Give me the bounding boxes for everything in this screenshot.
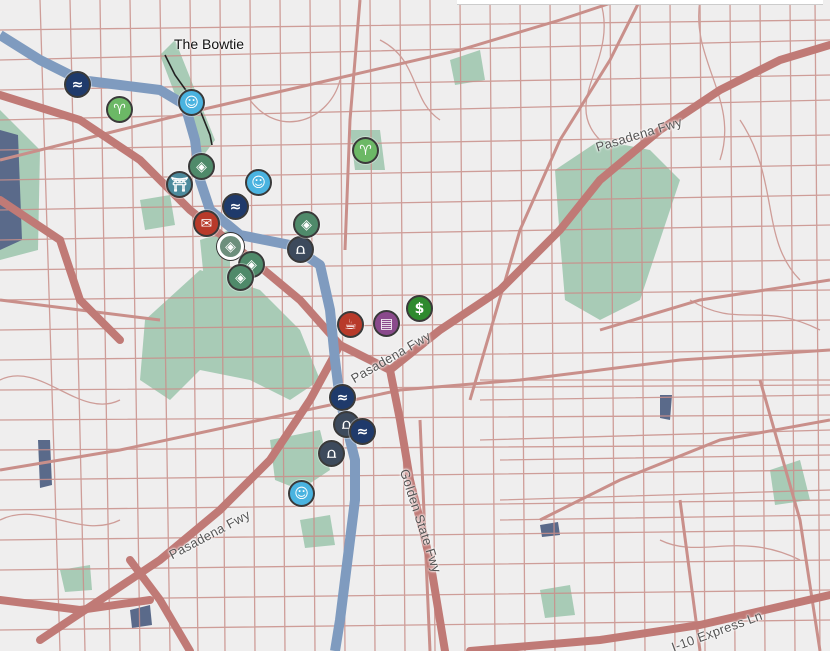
map-canvas[interactable]: The Bowtie Pasadena Fwy Pasadena Fwy Pas… — [0, 0, 830, 651]
map-marker-river[interactable]: ≈ — [349, 418, 376, 445]
map-marker-book[interactable]: ▤ — [373, 310, 400, 337]
map-marker-person[interactable]: ☺ — [288, 480, 315, 507]
gate-icon: ⛩ — [170, 176, 189, 193]
map-marker-plant[interactable]: ♈ — [352, 137, 379, 164]
map-marker-megaphone[interactable]: ✉ — [193, 210, 220, 237]
trail-icon: ◈ — [301, 216, 312, 233]
trail-icon: ◈ — [196, 158, 207, 175]
person-icon: ☺ — [294, 485, 309, 502]
map-marker-person[interactable]: ☺ — [245, 169, 272, 196]
megaphone-icon: ✉ — [200, 215, 213, 232]
trail-icon: ◈ — [235, 269, 246, 286]
map-marker-trail[interactable]: ◈ — [188, 153, 215, 180]
plant-icon: ♈ — [359, 142, 372, 159]
person-icon: ☺ — [184, 94, 199, 111]
map-marker-trail[interactable]: ◈ — [227, 264, 254, 291]
trail-icon: ◈ — [225, 238, 236, 255]
map-marker-bridge[interactable]: ⩍ — [287, 236, 314, 263]
map-marker-gate[interactable]: ⛩ — [166, 171, 193, 198]
river-icon: ≈ — [229, 198, 242, 215]
map-marker-bridge[interactable]: ⩍ — [318, 440, 345, 467]
map-marker-plant[interactable]: ♈ — [106, 96, 133, 123]
book-icon: ▤ — [379, 315, 394, 332]
bridge-icon: ⩍ — [326, 445, 337, 462]
bridge-icon: ⩍ — [295, 241, 306, 258]
map-marker-trail[interactable]: ◈ — [293, 211, 320, 238]
river-icon: ≈ — [356, 423, 369, 440]
map-marker-dollar[interactable]: $ — [406, 295, 433, 322]
dollar-icon: $ — [414, 300, 425, 317]
river-icon: ≈ — [71, 76, 84, 93]
map-marker-person[interactable]: ☺ — [178, 89, 205, 116]
place-label-the-bowtie: The Bowtie — [174, 36, 245, 52]
map-marker-river[interactable]: ≈ — [222, 193, 249, 220]
cafe-icon: ☕ — [344, 316, 357, 333]
map-marker-river[interactable]: ≈ — [64, 71, 91, 98]
person-icon: ☺ — [251, 174, 266, 191]
map-control-panel — [457, 0, 823, 5]
river-icon: ≈ — [336, 389, 349, 406]
map-marker-cafe[interactable]: ☕ — [337, 311, 364, 338]
map-marker-river[interactable]: ≈ — [329, 384, 356, 411]
plant-icon: ♈ — [113, 101, 126, 118]
